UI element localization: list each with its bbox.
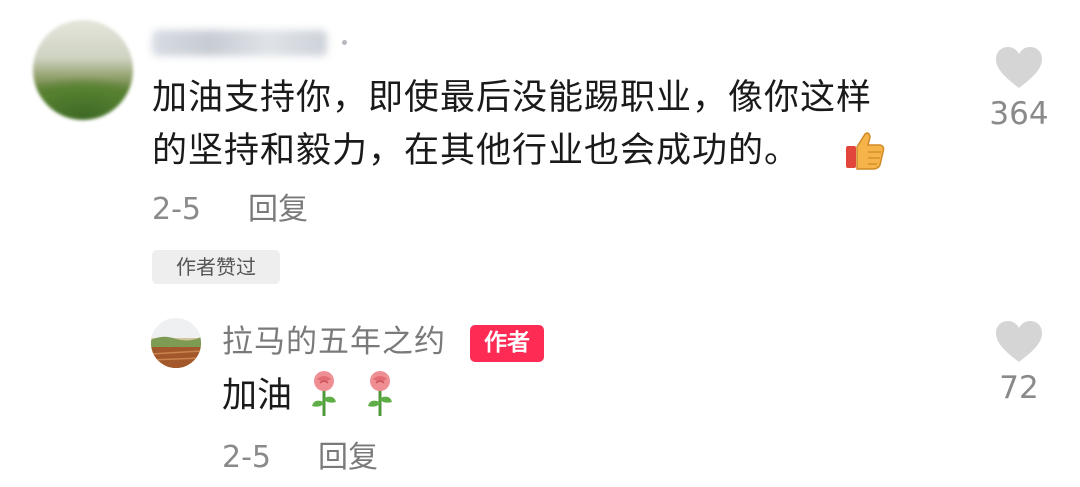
rose-icon bbox=[312, 371, 336, 416]
reply-text: 加油 bbox=[222, 376, 293, 416]
comment-date: 2-5 bbox=[152, 192, 201, 227]
heart-like-icon[interactable] bbox=[995, 46, 1043, 90]
comment-like-count: 364 bbox=[989, 96, 1049, 132]
reply-like-count: 72 bbox=[999, 370, 1039, 406]
name-separator-dot bbox=[342, 40, 347, 45]
author-liked-badge: 作者赞过 bbox=[152, 250, 280, 284]
comment-reply-button[interactable]: 回复 bbox=[248, 193, 308, 227]
rose-icon bbox=[368, 371, 392, 416]
commenter-avatar[interactable] bbox=[33, 20, 133, 120]
reply-author-name[interactable]: 拉马的五年之约 bbox=[222, 322, 446, 362]
reply-date: 2-5 bbox=[222, 440, 271, 475]
comment-text-line-2: 的坚持和毅力，在其他行业也会成功的。 bbox=[152, 129, 800, 173]
comment-text-line-2-text: 的坚持和毅力，在其他行业也会成功的。 bbox=[152, 131, 801, 171]
reply-author-avatar[interactable] bbox=[151, 318, 201, 368]
thumbs-up-icon bbox=[846, 132, 885, 170]
author-badge: 作者 bbox=[470, 325, 544, 362]
avatar-landscape-icon bbox=[151, 318, 201, 368]
comment-text-line-1: 加油支持你，即使最后没能踢职业，像你这样 bbox=[152, 78, 873, 118]
reply-reply-button[interactable]: 回复 bbox=[318, 441, 378, 475]
commenter-username-blurred[interactable] bbox=[152, 30, 327, 56]
heart-like-icon[interactable] bbox=[995, 320, 1043, 364]
